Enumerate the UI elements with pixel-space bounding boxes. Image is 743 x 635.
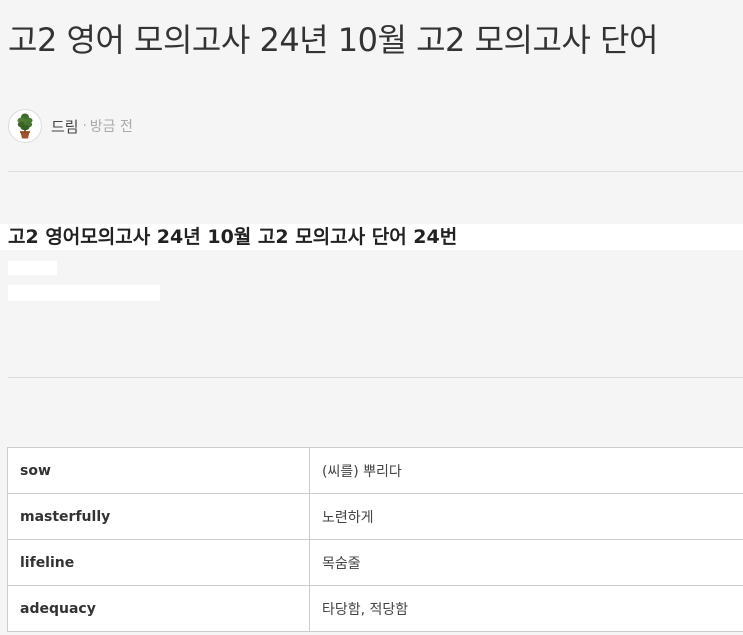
vocab-word: adequacy: [7, 585, 310, 632]
vocab-meaning: 목숨줄: [309, 539, 743, 586]
author-name[interactable]: 드림: [51, 116, 79, 137]
author-row: 드림 · 방금 전: [8, 109, 133, 143]
table-row: lifeline 목숨줄: [7, 539, 743, 586]
meta-separator: ·: [82, 118, 87, 134]
potted-tree-icon: [17, 113, 33, 139]
post-time: 방금 전: [89, 119, 133, 135]
section-heading: 고2 영어모의고사 24년 10월 고2 모의고사 단어 24번: [0, 224, 743, 250]
table-row: masterfully 노련하게: [7, 493, 743, 540]
divider: [8, 377, 743, 378]
vocab-meaning: 타당함, 적당함: [309, 585, 743, 632]
vocab-word: sow: [7, 447, 310, 494]
table-row: sow (씨를) 뿌리다: [7, 447, 743, 494]
avatar[interactable]: [8, 109, 42, 143]
post-title: 고2 영어 모의고사 24년 10월 고2 모의고사 단어: [8, 21, 658, 59]
divider: [8, 171, 743, 172]
vocab-word: lifeline: [7, 539, 310, 586]
vocab-meaning: (씨를) 뿌리다: [309, 447, 743, 494]
empty-text-block: [8, 285, 160, 301]
vocab-word: masterfully: [7, 493, 310, 540]
table-row: adequacy 타당함, 적당함: [7, 585, 743, 632]
empty-text-block: [8, 261, 57, 275]
vocab-table: sow (씨를) 뿌리다 masterfully 노련하게 lifeline 목…: [7, 447, 743, 632]
vocab-meaning: 노련하게: [309, 493, 743, 540]
